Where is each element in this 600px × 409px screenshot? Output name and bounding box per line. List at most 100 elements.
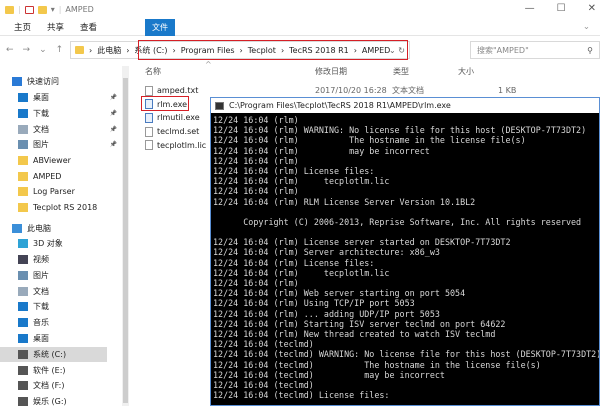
- quick-access-dropdown-icon[interactable]: ▾: [51, 5, 55, 14]
- console-line: 12/24 16:04 (rlm) Starting ISV server te…: [213, 318, 506, 329]
- search-input[interactable]: 搜索"AMPED" ⚲: [470, 41, 600, 59]
- console-line: 12/24 16:04 (rlm) WARNING: No license fi…: [213, 125, 587, 136]
- file-row[interactable]: tecplotlm.lic: [145, 139, 206, 152]
- sidebar-item-icon: [18, 203, 28, 212]
- sidebar-item[interactable]: 图片: [18, 268, 125, 283]
- sidebar-item-label: 文档 (F:): [33, 381, 65, 390]
- file-name: tecplotlm.lic: [157, 140, 207, 150]
- sidebar-item[interactable]: 快速访问: [12, 74, 119, 89]
- properties-icon[interactable]: [24, 5, 34, 14]
- console-line: 12/24 16:04 (rlm) License server started…: [213, 237, 511, 248]
- console-line: 12/24 16:04 (rlm): [213, 155, 299, 166]
- pin-icon[interactable]: 📌: [110, 126, 117, 133]
- sidebar-item[interactable]: 桌面: [18, 331, 125, 346]
- highlight-path-box: [138, 40, 408, 60]
- column-name[interactable]: 名称: [145, 66, 161, 77]
- console-line: 12/24 16:04 (rlm): [213, 186, 299, 197]
- sidebar-item[interactable]: 视频: [18, 252, 125, 267]
- navigation-pane: 快速访问 桌面 📌 下载 📌 文档 📌 图片 📌 ABViewer AMPED Log Parser T…: [0, 72, 125, 406]
- sidebar-item-label: 视频: [33, 255, 49, 264]
- sidebar-item-icon: [18, 239, 28, 248]
- sidebar-item-label: 此电脑: [27, 224, 51, 233]
- sidebar-item[interactable]: ABViewer: [18, 153, 125, 168]
- sidebar-item[interactable]: 文档 📌: [18, 122, 125, 137]
- minimize-button[interactable]: —: [525, 3, 535, 14]
- sidebar-item[interactable]: 下载: [18, 299, 125, 314]
- sidebar-item-icon: [18, 187, 28, 196]
- sidebar-item[interactable]: 此电脑: [12, 221, 119, 236]
- console-line: 12/24 16:04 (rlm): [213, 115, 299, 125]
- file-name: rlmutil.exe: [157, 113, 200, 123]
- column-size[interactable]: 大小: [458, 66, 474, 77]
- sidebar-item-icon: [18, 271, 28, 280]
- console-window[interactable]: C:\Program Files\Tecplot\TecRS 2018 R1\A…: [210, 97, 600, 406]
- window-title: AMPED: [65, 5, 94, 14]
- sidebar-item-icon: [18, 334, 28, 343]
- sidebar-item[interactable]: 音乐: [18, 315, 125, 330]
- expand-ribbon-icon[interactable]: ⌄: [583, 22, 590, 32]
- forward-button[interactable]: →: [23, 45, 31, 55]
- pin-icon[interactable]: 📌: [110, 141, 117, 148]
- sidebar-item[interactable]: 文档 (F:): [18, 378, 125, 393]
- sidebar-item[interactable]: 文档: [18, 284, 125, 299]
- sidebar-item-label: 图片: [33, 140, 49, 149]
- text-file-icon: [145, 126, 153, 137]
- console-line: 12/24 16:04 (teclmd) WARNING: No license…: [213, 349, 599, 360]
- maximize-button[interactable]: ☐: [557, 3, 566, 14]
- sidebar-item-label: 系统 (C:): [33, 350, 67, 359]
- new-folder-icon[interactable]: [37, 5, 47, 14]
- sidebar-item[interactable]: 娱乐 (G:): [18, 394, 125, 409]
- tab-view[interactable]: 查看: [80, 21, 97, 33]
- pin-icon[interactable]: 📌: [110, 94, 117, 101]
- breadcrumb-this-pc[interactable]: 此电脑: [97, 45, 121, 56]
- column-type[interactable]: 类型: [393, 66, 409, 77]
- highlight-rlm-box: [141, 96, 189, 111]
- console-title-bar: C:\Program Files\Tecplot\TecRS 2018 R1\A…: [211, 98, 599, 113]
- sidebar-item-icon: [18, 287, 28, 296]
- pin-icon[interactable]: 📌: [110, 110, 117, 117]
- sidebar-item[interactable]: 系统 (C:): [0, 347, 107, 362]
- tab-share[interactable]: 共享: [47, 21, 64, 33]
- console-line: 12/24 16:04 (rlm) tecplotlm.lic: [213, 267, 390, 278]
- search-placeholder: 搜索"AMPED": [477, 45, 529, 55]
- file-type: 文本文档: [392, 86, 424, 95]
- tab-file[interactable]: 文件: [145, 18, 175, 36]
- close-button[interactable]: ✕: [588, 3, 596, 14]
- file-row[interactable]: rlmutil.exe: [145, 111, 200, 124]
- console-line: 12/24 16:04 (teclmd): [213, 339, 314, 350]
- sidebar-item[interactable]: 图片 📌: [18, 137, 125, 152]
- sidebar-item-label: AMPED: [33, 172, 62, 181]
- console-line: 12/24 16:04 (teclmd) The hostname in the…: [213, 359, 541, 370]
- tab-home[interactable]: 主页: [14, 21, 31, 33]
- sidebar-item[interactable]: 下载 📌: [18, 106, 125, 121]
- sidebar-item-label: 3D 对象: [33, 239, 63, 248]
- sidebar-item-label: 下载: [33, 109, 49, 118]
- up-button[interactable]: ↑: [56, 45, 64, 55]
- console-line: 12/24 16:04 (rlm) License files:: [213, 257, 375, 268]
- sidebar-item-icon: [18, 318, 28, 327]
- back-button[interactable]: ←: [6, 45, 14, 55]
- file-row[interactable]: teclmd.set: [145, 125, 199, 138]
- sidebar-item[interactable]: Log Parser: [18, 184, 125, 199]
- sidebar-item-label: 文档: [33, 287, 49, 296]
- sidebar-item[interactable]: 3D 对象: [18, 236, 125, 251]
- console-icon: [215, 101, 224, 110]
- column-date[interactable]: 修改日期: [315, 66, 347, 77]
- console-line: 12/24 16:04 (rlm) Using TCP/IP port 5053: [213, 298, 415, 309]
- file-size: 1 KB: [498, 86, 517, 95]
- file-name: teclmd.set: [157, 127, 200, 137]
- sidebar-item[interactable]: 桌面 📌: [18, 90, 125, 105]
- sidebar-item-icon: [18, 93, 28, 102]
- sidebar-item[interactable]: AMPED: [18, 169, 125, 184]
- console-line: 12/24 16:04 (rlm) The hostname in the li…: [213, 135, 526, 146]
- recent-dropdown-icon[interactable]: ⌄: [39, 45, 47, 55]
- console-line: 12/24 16:04 (rlm) may be incorrect: [213, 145, 430, 156]
- console-line: 12/24 16:04 (rlm) ... adding UDP/IP port…: [213, 308, 440, 319]
- sidebar-item-icon: [18, 255, 28, 264]
- column-headers: 名称 ^ 修改日期 类型 大小: [140, 60, 600, 80]
- exe-file-icon: [145, 112, 153, 123]
- sidebar-item-label: Tecplot RS 2018: [33, 203, 98, 212]
- text-file-icon: [145, 140, 153, 151]
- sidebar-item[interactable]: Tecplot RS 2018: [18, 200, 125, 215]
- sidebar-item[interactable]: 软件 (E:): [18, 363, 125, 378]
